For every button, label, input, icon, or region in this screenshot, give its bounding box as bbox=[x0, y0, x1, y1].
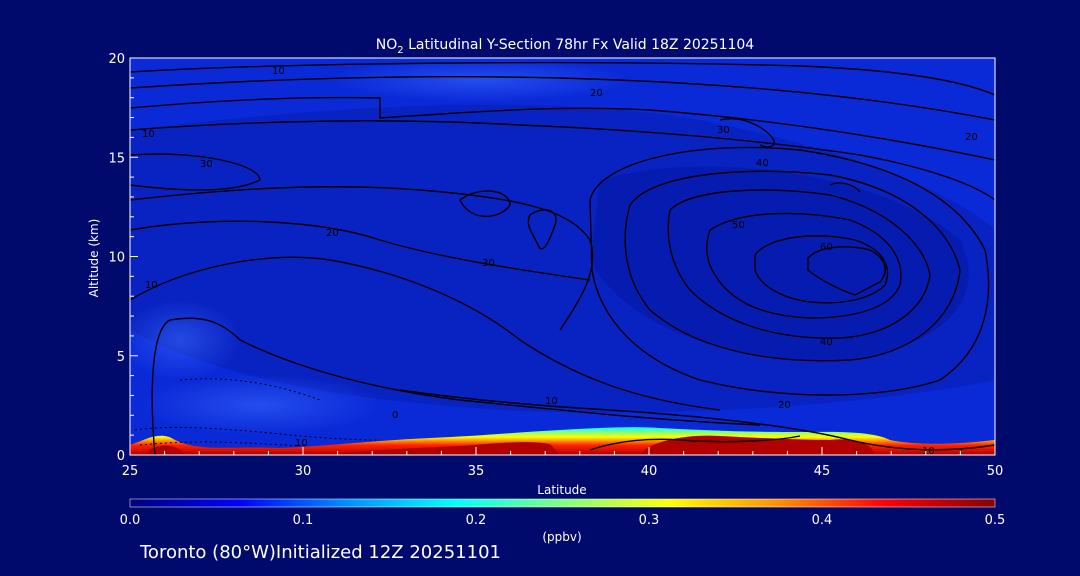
y-axis-label: Altitude (km) bbox=[87, 219, 101, 298]
y-tick-label: 15 bbox=[108, 151, 125, 166]
colorbar-unit-label: (ppbv) bbox=[542, 530, 581, 544]
contour-label: 10 bbox=[145, 280, 158, 291]
contour-label: 20 bbox=[590, 88, 603, 99]
chart-svg: NO2 Latitudinal Y-Section 78hr Fx Valid … bbox=[87, 37, 1006, 544]
y-tick-label: 20 bbox=[108, 52, 125, 67]
contour-label: 40 bbox=[756, 158, 769, 169]
y-tick-label: 10 bbox=[108, 251, 125, 266]
colorbar-tick-label: 0.2 bbox=[466, 513, 487, 528]
x-tick-label: 40 bbox=[641, 464, 658, 479]
bright-patch-3 bbox=[130, 300, 240, 380]
colorbar-tick-label: 0.1 bbox=[293, 513, 314, 528]
contour-label: 40 bbox=[820, 337, 833, 348]
contour-label: 30 bbox=[482, 258, 495, 269]
contour-label: 20 bbox=[778, 400, 791, 411]
contour-label: 10 bbox=[545, 396, 558, 407]
contour-label: 20 bbox=[326, 228, 339, 239]
contour-label: 30 bbox=[717, 125, 730, 136]
plot-area: 10 20 30 40 50 60 10 20 30 40 10 20 10 0… bbox=[130, 58, 995, 455]
contour-label: 10 bbox=[142, 129, 155, 140]
footer-run-info: Toronto (80°W)Initialized 12Z 20251101 bbox=[140, 542, 501, 563]
colorbar bbox=[129, 498, 996, 508]
x-tick-label: 35 bbox=[468, 464, 485, 479]
colorbar-ticks: 0.0 0.1 0.2 0.3 0.4 0.5 bbox=[120, 513, 1006, 528]
colorbar-tick-label: 0.3 bbox=[639, 513, 660, 528]
colorbar-tick-label: 0.5 bbox=[985, 513, 1006, 528]
contour-label: 30 bbox=[200, 159, 213, 170]
contour-label: 50 bbox=[732, 220, 745, 231]
colorbar-tick-label: 0.4 bbox=[812, 513, 833, 528]
x-tick-label: 45 bbox=[814, 464, 831, 479]
x-tick-label: 30 bbox=[295, 464, 312, 479]
x-tick-label: 25 bbox=[122, 464, 139, 479]
contour-label: 60 bbox=[820, 242, 833, 253]
contour-label: 20 bbox=[965, 132, 978, 143]
x-axis-label: Latitude bbox=[537, 483, 586, 497]
x-tick-label: 50 bbox=[987, 464, 1004, 479]
contour-label: 10 bbox=[272, 66, 285, 77]
contour-label: 0 bbox=[392, 410, 398, 421]
y-tick-label: 0 bbox=[117, 449, 125, 464]
chart-title: NO2 Latitudinal Y-Section 78hr Fx Valid … bbox=[376, 37, 754, 56]
y-tick-label: 5 bbox=[117, 350, 125, 365]
contour-label: 10 bbox=[295, 438, 308, 449]
colorbar-tick-label: 0.0 bbox=[120, 513, 141, 528]
